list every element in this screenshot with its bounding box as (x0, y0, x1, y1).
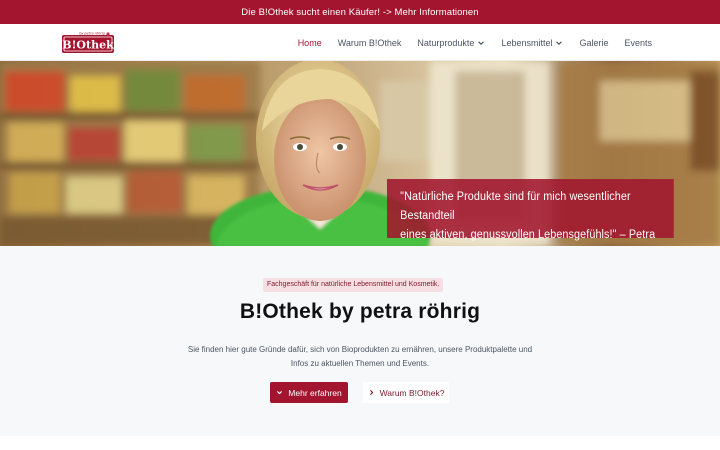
nav-item-lebensmittel[interactable]: Lebensmittel (501, 38, 563, 48)
svg-text:by petra röhrig: by petra röhrig (79, 32, 105, 36)
intro-section (0, 246, 720, 436)
hero-banner: "Natürliche Produkte sind für mich wesen… (0, 61, 720, 246)
intro-lead-line-1: Sie finden hier gute Gründe dafür, sich … (187, 345, 533, 354)
learn-more-label: Mehr erfahren (288, 387, 342, 398)
nav-links: Home Warum B!Othek Naturprodukte Lebensmitt… (282, 24, 652, 61)
chevron-right-icon (369, 390, 373, 395)
announcement-bar: Die B!Othek sucht einen Käufer! -> Mehr … (0, 0, 720, 24)
hero-quote-line-1: "Natürliche Produkte sind für mich wesen… (400, 191, 631, 222)
page-bottom (0, 436, 720, 450)
main-navigation: B!Othek by petra röhrig Home Warum B!Othe… (0, 24, 720, 61)
nav-item-label: Warum B!Othek (337, 37, 402, 48)
nav-item-label: Events (624, 37, 652, 48)
chevron-down-icon (478, 40, 485, 45)
nav-item-label: Naturprodukte (417, 37, 475, 48)
chevron-down-icon (556, 40, 563, 45)
intro-lead-line-2: Infos zu aktuellen Themen und Events. (290, 359, 430, 368)
svg-text:B!Othek: B!Othek (62, 39, 114, 52)
nav-item-warum-b-othek[interactable]: Warum B!Othek (338, 38, 402, 48)
nav-item-galerie[interactable]: Galerie (579, 38, 608, 48)
intro-tag: Fachgeschäft für natürliche Lebensmittel… (263, 278, 444, 292)
hero-quote-line-2: eines aktiven, genussvollen Lebensgefühl… (400, 229, 656, 241)
hero-quote: "Natürliche Produkte sind für mich wesen… (387, 179, 674, 241)
announcement-link[interactable]: Die B!Othek sucht einen Käufer! -> Mehr … (241, 7, 478, 18)
nav-item-events[interactable]: Events (624, 38, 652, 48)
why-biothek-label: Warum B!Othek? (379, 387, 445, 398)
intro-lead: Sie finden hier gute Gründe dafür, sich … (175, 343, 545, 371)
why-biothek-button[interactable]: Warum B!Othek? (363, 382, 449, 403)
nav-item-label: Home (297, 37, 322, 48)
learn-more-button[interactable]: Mehr erfahren (270, 382, 348, 403)
nav-item-naturprodukte[interactable]: Naturprodukte (417, 38, 485, 48)
nav-item-home[interactable]: Home (298, 38, 322, 48)
chevron-down-icon (277, 391, 283, 395)
biothek-logo[interactable]: B!Othek by petra röhrig (62, 31, 114, 53)
nav-item-label: Galerie (579, 37, 609, 48)
nav-item-label: Lebensmittel (501, 37, 553, 48)
page-title: B!Othek by petra röhrig (239, 300, 481, 323)
